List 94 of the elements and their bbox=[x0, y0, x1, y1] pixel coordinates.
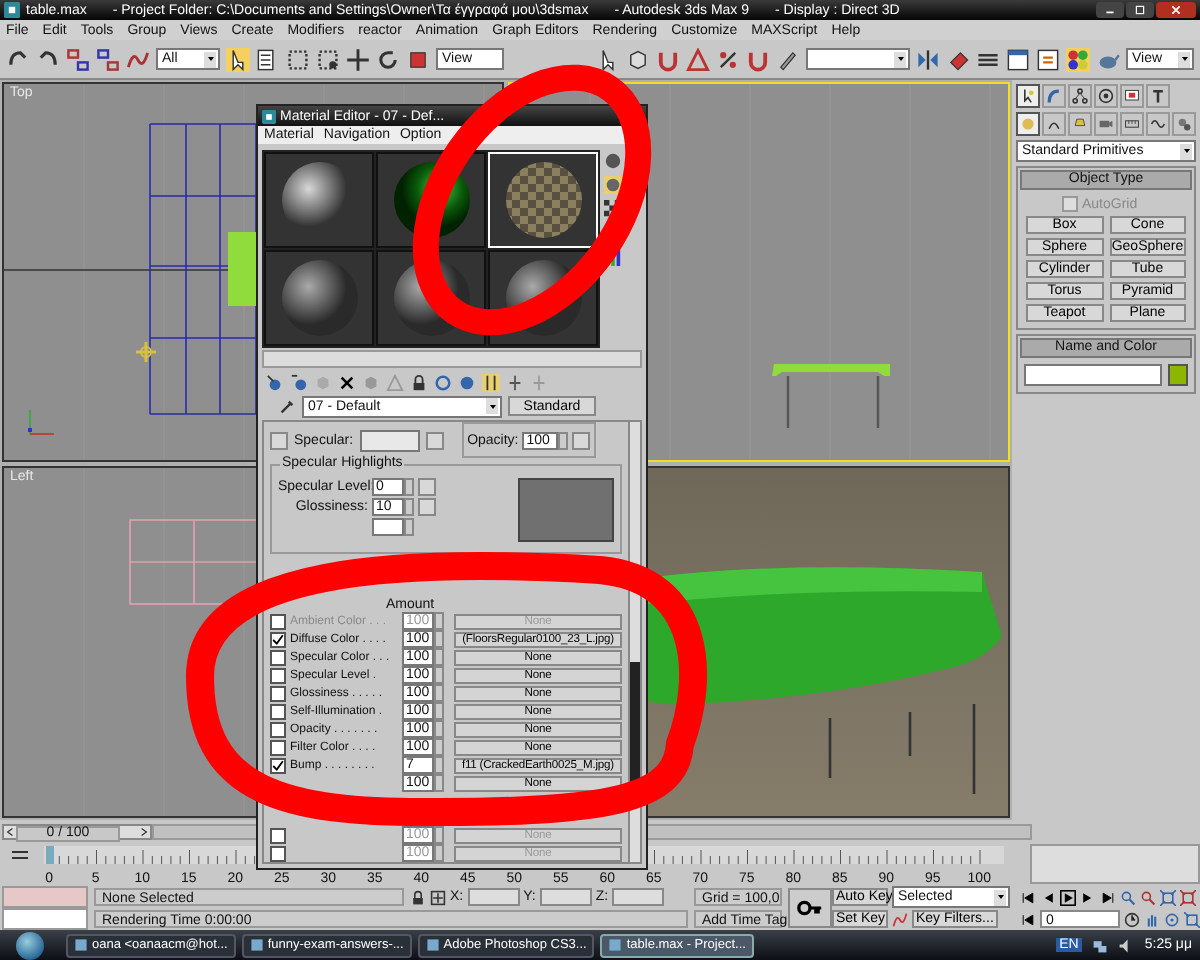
network-icon[interactable] bbox=[1092, 937, 1109, 953]
maximize-button[interactable] bbox=[1126, 2, 1154, 18]
eyedropper-icon[interactable] bbox=[278, 397, 296, 415]
coordinate-field[interactable] bbox=[539, 888, 592, 906]
set-key-button[interactable] bbox=[788, 888, 832, 928]
expand-icon[interactable] bbox=[1180, 889, 1196, 905]
window-icon bbox=[425, 938, 440, 952]
checkbox[interactable] bbox=[270, 649, 286, 666]
sample-sphere bbox=[505, 162, 581, 238]
skip-forward-icon[interactable] bbox=[1100, 889, 1116, 905]
minimize-button[interactable] bbox=[1096, 2, 1124, 18]
cursor-icon[interactable] bbox=[596, 47, 620, 71]
checkbox[interactable] bbox=[270, 757, 286, 774]
dashed-square-icon[interactable] bbox=[316, 47, 340, 71]
coordinate-field[interactable] bbox=[612, 888, 665, 906]
expand-icon[interactable] bbox=[1184, 911, 1200, 927]
app-logo-icon bbox=[262, 109, 276, 123]
checker-icon[interactable] bbox=[604, 200, 622, 218]
delete-icon[interactable] bbox=[338, 373, 356, 391]
list-icon[interactable] bbox=[256, 47, 280, 71]
checkmark-icon bbox=[272, 633, 284, 646]
magnifier-icon[interactable] bbox=[1120, 889, 1136, 905]
cross-arrows-icon[interactable] bbox=[346, 47, 370, 71]
play-icon[interactable] bbox=[1060, 889, 1076, 905]
sample-sphere bbox=[393, 162, 469, 238]
close-icon[interactable] bbox=[1170, 4, 1182, 16]
checkmark-icon bbox=[272, 759, 284, 772]
close-button[interactable] bbox=[1156, 2, 1196, 18]
horizontal-scrollbar[interactable] bbox=[262, 350, 642, 368]
caret-icon[interactable] bbox=[1179, 54, 1189, 64]
skip-back-icon[interactable] bbox=[1020, 911, 1036, 927]
sphere-icon[interactable] bbox=[458, 373, 476, 391]
magnet-icon[interactable] bbox=[746, 47, 770, 71]
named-selection-dropdown[interactable] bbox=[806, 48, 910, 70]
sample-sphere bbox=[393, 260, 469, 336]
window-icon bbox=[249, 938, 264, 952]
dashed-square-icon[interactable] bbox=[286, 47, 310, 71]
axis-tripod-icon bbox=[28, 409, 55, 435]
app-logo-icon bbox=[4, 2, 20, 18]
checkbox[interactable] bbox=[270, 721, 286, 738]
bars-icon[interactable] bbox=[482, 373, 500, 391]
squiggle-icon[interactable] bbox=[126, 47, 150, 71]
step-back-icon[interactable] bbox=[1040, 889, 1056, 905]
magnifier-icon[interactable] bbox=[1140, 889, 1156, 905]
caret-icon[interactable] bbox=[895, 54, 905, 64]
padlock-icon[interactable] bbox=[410, 373, 428, 391]
step-forward-icon[interactable] bbox=[1080, 889, 1096, 905]
name-field[interactable] bbox=[1024, 364, 1162, 386]
curve-icon[interactable] bbox=[892, 911, 908, 927]
caret-icon[interactable] bbox=[487, 401, 497, 411]
triangle-icon[interactable] bbox=[686, 47, 710, 71]
spheres-icon[interactable] bbox=[1066, 47, 1090, 71]
skip-back-icon[interactable] bbox=[1020, 889, 1036, 905]
color-swatch[interactable] bbox=[1168, 364, 1188, 386]
table-drawing bbox=[772, 364, 890, 430]
square-icon[interactable] bbox=[406, 47, 430, 71]
sample-slot[interactable] bbox=[264, 250, 374, 346]
mirror-icon[interactable] bbox=[916, 47, 940, 71]
sample-sphere bbox=[505, 260, 581, 336]
highlight-preview bbox=[518, 478, 614, 542]
color-swatch[interactable] bbox=[359, 429, 420, 451]
checkbox[interactable] bbox=[270, 739, 286, 756]
cross-arrows-icon bbox=[134, 340, 158, 364]
magnet-icon[interactable] bbox=[656, 47, 680, 71]
expand-icon[interactable] bbox=[1160, 889, 1176, 905]
script-input-box[interactable] bbox=[2, 908, 88, 930]
coordinate-field[interactable] bbox=[467, 888, 520, 906]
sample-slot[interactable] bbox=[264, 152, 374, 248]
clock-icon[interactable] bbox=[1124, 911, 1140, 927]
window-icon bbox=[74, 938, 88, 952]
maximize-icon[interactable] bbox=[1134, 4, 1146, 16]
checkbox[interactable] bbox=[270, 667, 286, 684]
caret-icon[interactable] bbox=[1181, 146, 1191, 156]
start-button[interactable] bbox=[16, 931, 44, 959]
time-marker[interactable] bbox=[46, 846, 54, 864]
sample-sphere bbox=[281, 260, 357, 336]
caret-icon[interactable] bbox=[205, 54, 215, 64]
checkbox[interactable] bbox=[270, 685, 286, 702]
window-icon bbox=[608, 938, 623, 952]
checkbox[interactable] bbox=[270, 631, 286, 648]
sphere-icon[interactable] bbox=[604, 176, 622, 194]
orbit-icon[interactable] bbox=[1164, 911, 1180, 927]
caret-icon[interactable] bbox=[995, 892, 1005, 902]
padlock-icon[interactable] bbox=[410, 889, 426, 905]
percent-icon[interactable] bbox=[716, 47, 740, 71]
cursor-icon[interactable] bbox=[226, 47, 250, 71]
number-field[interactable] bbox=[372, 518, 404, 536]
pencil-icon[interactable] bbox=[776, 47, 800, 71]
window-icon[interactable] bbox=[1036, 47, 1060, 71]
checkbox[interactable] bbox=[270, 703, 286, 720]
boxed-plus-icon[interactable] bbox=[430, 889, 446, 905]
sphere-icon[interactable] bbox=[604, 152, 622, 170]
window-icon[interactable] bbox=[1006, 47, 1030, 71]
circle-icon[interactable] bbox=[434, 373, 452, 391]
